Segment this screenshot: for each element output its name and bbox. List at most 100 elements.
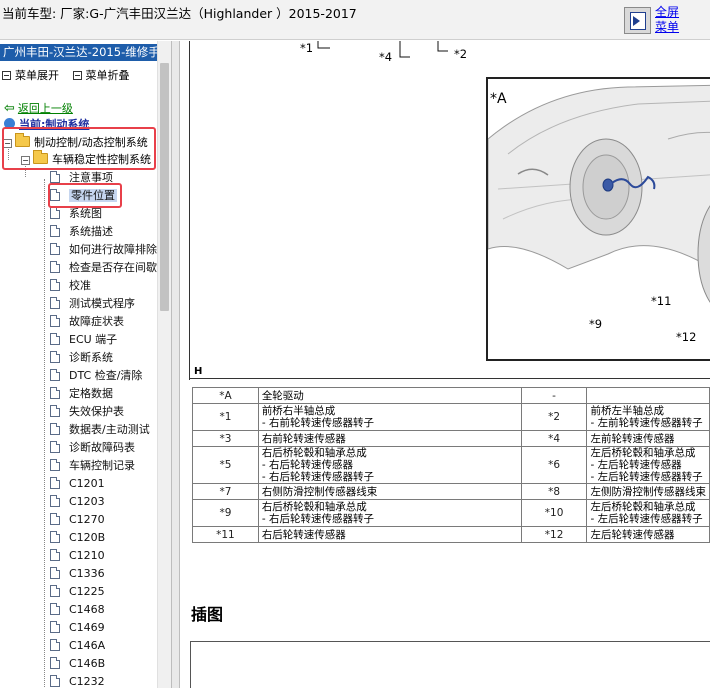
tree-leaf-label: 系统描述 (69, 225, 113, 238)
collapse-menu-label: 菜单折叠 (85, 69, 130, 82)
tree-leaf-item[interactable]: 数据表/主动测试 (50, 422, 150, 438)
document-icon (50, 387, 60, 399)
figure-tag: *A (490, 91, 507, 107)
tree-leaf-item[interactable]: C1201 (50, 476, 105, 492)
callout-4: *4 (379, 50, 393, 64)
title-bar: 当前车型: 厂家:G-广汽丰田汉兰达（Highlander ）2015-2017… (0, 0, 710, 40)
highlight-box-category (2, 127, 156, 170)
tree-leaf-label: 诊断故障码表 (69, 441, 135, 454)
sidebar-scrollbar[interactable] (157, 41, 171, 688)
tree-leaf-label: C1270 (69, 513, 105, 526)
legend-description-line: 左后桥轮毂和轴承总成 (590, 447, 696, 460)
legend-description: 左侧防滑控制传感器线束 (586, 483, 710, 500)
legend-description: 左后轮转速传感器 (586, 526, 710, 543)
document-icon (50, 585, 60, 597)
tree-leaf-item[interactable]: C1469 (50, 620, 105, 636)
document-icon (50, 531, 60, 543)
legend-row: *A 全轮驱动 - (192, 387, 710, 404)
tree-leaf-item[interactable]: 系统图 (50, 206, 102, 222)
tree-leaf-item[interactable]: 定格数据 (50, 386, 113, 402)
legend-table: *A 全轮驱动 - *1 前桥右半轴总成 - 右前轮转速传感器转子 *2 前桥左半轴总成 - 左… (192, 387, 710, 543)
collapse-icon (72, 71, 82, 80)
tree-leaf-label: ECU 端子 (69, 333, 118, 346)
legend-row: *9 右后桥轮毂和轴承总成 - 右后轮转速传感器转子 *10 左后桥轮毂和轴承总成 - 左… (192, 499, 710, 527)
tree-leaf-item[interactable]: 失效保护表 (50, 404, 124, 420)
tree-leaf-item[interactable]: 诊断故障码表 (50, 440, 135, 456)
legend-description-line: 左侧防滑控制传感器线束 (590, 485, 706, 498)
tree-leaf-label: C1468 (69, 603, 105, 616)
document-icon (50, 549, 60, 561)
tree-leaf-item[interactable]: 校准 (50, 278, 91, 294)
legend-description: 右后桥轮毂和轴承总成 - 右后轮转速传感器 - 右后轮转速传感器转子 (257, 446, 522, 484)
tree-leaf-label: 检查是否存在间歇 (69, 261, 157, 274)
tree-leaf-item[interactable]: C1203 (50, 494, 105, 510)
legend-description: 右后轮转速传感器 (257, 526, 522, 543)
splitter[interactable] (171, 41, 180, 688)
legend-description-line: 右后桥轮毂和轴承总成 (261, 501, 367, 513)
expand-menu-label: 菜单展开 (15, 69, 59, 82)
document-icon (50, 279, 60, 291)
section-title: 插图 (191, 605, 224, 624)
tree-leaf-item[interactable]: 检查是否存在间歇 (50, 260, 157, 276)
tree-leaf-label: DTC 检查/清除 (69, 369, 143, 382)
tree-leaf-item[interactable]: 如何进行故障排除 (50, 242, 157, 258)
legend-code: *5 (192, 446, 259, 484)
back-arrow-icon: ⇦ (4, 101, 15, 116)
legend-description-line: 右后轮转速传感器 (261, 528, 346, 541)
tree-leaf-item[interactable]: 测试模式程序 (50, 296, 135, 312)
fullscreen-menu-links: 全屏 菜单 (655, 5, 679, 35)
tree-leaf-item[interactable]: ECU 端子 (50, 332, 117, 348)
tree-leaf-item[interactable]: 诊断系统 (50, 350, 113, 366)
legend-description-line: 前桥右半轴总成 (261, 405, 336, 417)
collapse-menu-button[interactable]: 菜单折叠 (72, 69, 130, 82)
legend-code: *4 (520, 430, 588, 447)
legend-description: 左前轮转速传感器 (586, 430, 710, 447)
tree-leaf-item[interactable]: C146A (50, 638, 105, 654)
tree-leaf-item[interactable]: C146B (50, 656, 105, 672)
tree-leaf-item[interactable]: C1225 (50, 584, 105, 600)
fullscreen-icon[interactable] (624, 7, 651, 34)
legend-description-line: - 右后轮转速传感器转子 (261, 513, 374, 525)
tree-leaf-item[interactable]: C1232 (50, 674, 105, 688)
tree-leaf-item[interactable]: C120B (50, 530, 105, 546)
tree-leaf-label: 系统图 (69, 207, 102, 220)
legend-description-line: - 左后轮转速传感器转子 (590, 513, 703, 525)
tree-leaf-label: C1225 (69, 585, 105, 598)
tree-leaf-item[interactable]: C1468 (50, 602, 105, 618)
legend-code: *6 (520, 446, 588, 484)
legend-code: *11 (192, 526, 259, 543)
legend-description-line: - 左后轮转速传感器 (590, 459, 682, 471)
document-icon (50, 243, 60, 255)
back-link[interactable]: ⇦ 返回上一级 (4, 100, 73, 116)
menu-link[interactable]: 菜单 (655, 20, 679, 35)
document-icon (50, 261, 60, 273)
legend-code: *7 (192, 483, 259, 500)
tree-leaf-item[interactable]: C1336 (50, 566, 105, 582)
tree-leaf-label: C1232 (69, 675, 105, 688)
callout-1: *1 (300, 41, 314, 55)
legend-description-line: 全轮驱动 (261, 389, 304, 402)
fullscreen-link[interactable]: 全屏 (655, 5, 679, 20)
legend-code: *A (192, 387, 259, 404)
tree-leaf-item[interactable]: 车辆控制记录 (50, 458, 135, 474)
tree-leaf-item[interactable]: 系统描述 (50, 224, 113, 240)
tree-leaf-item[interactable]: 故障症状表 (50, 314, 124, 330)
legend-description: 左后桥轮毂和轴承总成 - 左后轮转速传感器 - 左后轮转速传感器转子 (586, 446, 710, 484)
document-icon (50, 459, 60, 471)
scrollbar-thumb[interactable] (160, 63, 169, 311)
document-icon (50, 639, 60, 651)
tree-leaf-item[interactable]: DTC 检查/清除 (50, 368, 142, 384)
tree-leaf-item[interactable]: C1270 (50, 512, 105, 528)
document-icon (50, 351, 60, 363)
main-content: *1 *4 *2 *A *9 *11 *12 H *A 全轮驱动 - *1 前桥右半轴总… (180, 41, 710, 688)
document-icon (50, 333, 60, 345)
document-icon (50, 441, 60, 453)
menu-actions: 菜单展开 菜单折叠 (2, 67, 140, 83)
tree-leaf-label: 校准 (69, 279, 91, 292)
tree-leaf-item[interactable]: C1210 (50, 548, 105, 564)
legend-code: *3 (192, 430, 259, 447)
legend-row: *11 右后轮转速传感器 *12 左后轮转速传感器 (192, 526, 710, 543)
expand-menu-button[interactable]: 菜单展开 (2, 69, 59, 82)
legend-description-line: - 左后轮转速传感器转子 (590, 471, 703, 483)
callout-9: *9 (589, 317, 603, 331)
